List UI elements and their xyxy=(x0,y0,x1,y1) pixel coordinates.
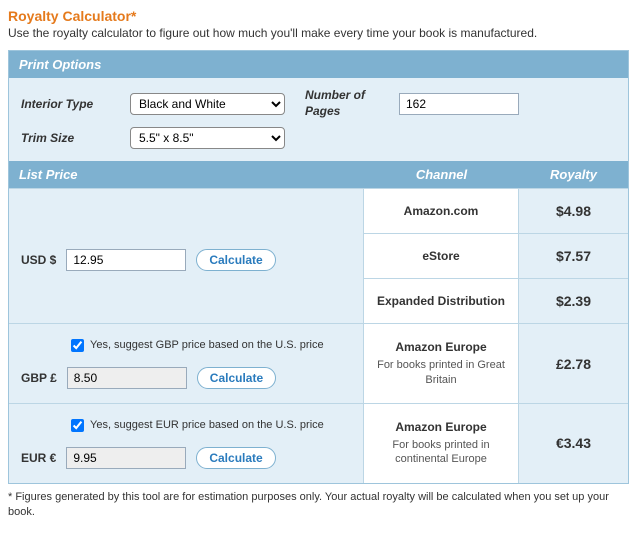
calculate-eur-button[interactable]: Calculate xyxy=(196,447,275,469)
eur-suggest-checkbox[interactable] xyxy=(71,419,84,432)
royalty-estore: $7.57 xyxy=(519,234,628,278)
royalty-eur: €3.43 xyxy=(519,404,628,483)
gbp-input[interactable] xyxy=(67,367,187,389)
calculate-gbp-button[interactable]: Calculate xyxy=(197,367,276,389)
channel-expanded: Expanded Distribution xyxy=(372,294,510,308)
usd-row: USD $ Calculate Amazon.com $4.98 eStore … xyxy=(9,188,628,323)
calculate-usd-button[interactable]: Calculate xyxy=(196,249,275,271)
channel-gbp-sub: For books printed in Great Britain xyxy=(372,358,510,387)
gbp-row: Yes, suggest GBP price based on the U.S.… xyxy=(9,323,628,403)
interior-type-label: Interior Type xyxy=(21,97,116,111)
trim-size-label: Trim Size xyxy=(21,131,116,145)
print-options: Interior Type Black and White Number of … xyxy=(9,78,628,161)
footnote: * Figures generated by this tool are for… xyxy=(8,490,629,521)
interior-type-select[interactable]: Black and White xyxy=(130,93,285,115)
page-subtitle: Use the royalty calculator to figure out… xyxy=(8,26,629,40)
usd-input[interactable] xyxy=(66,249,186,271)
usd-label: USD $ xyxy=(21,253,56,267)
eur-input[interactable] xyxy=(66,447,186,469)
trim-size-select[interactable]: 5.5" x 8.5" xyxy=(130,127,285,149)
royalty-gbp: £2.78 xyxy=(519,324,628,403)
gbp-label: GBP £ xyxy=(21,371,57,385)
pages-input[interactable] xyxy=(399,93,519,115)
channel-amazon: Amazon.com xyxy=(372,204,510,218)
calculator-panel: Print Options Interior Type Black and Wh… xyxy=(8,50,629,484)
royalty-expanded: $2.39 xyxy=(519,279,628,323)
eur-suggest-label: Yes, suggest EUR price based on the U.S.… xyxy=(90,418,324,433)
print-options-header: Print Options xyxy=(9,51,628,78)
channel-estore: eStore xyxy=(372,249,510,263)
channel-eur-sub: For books printed in continental Europe xyxy=(372,438,510,467)
channel-gbp: Amazon Europe xyxy=(372,340,510,354)
eur-row: Yes, suggest EUR price based on the U.S.… xyxy=(9,403,628,483)
gbp-suggest-label: Yes, suggest GBP price based on the U.S.… xyxy=(90,338,324,353)
list-price-header: List Price Channel Royalty xyxy=(9,161,628,188)
page-title: Royalty Calculator* xyxy=(8,8,629,24)
eur-label: EUR € xyxy=(21,451,56,465)
royalty-amazon: $4.98 xyxy=(519,189,628,233)
pages-label: Number of Pages xyxy=(305,88,385,119)
gbp-suggest-checkbox[interactable] xyxy=(71,339,84,352)
channel-eur: Amazon Europe xyxy=(372,420,510,434)
